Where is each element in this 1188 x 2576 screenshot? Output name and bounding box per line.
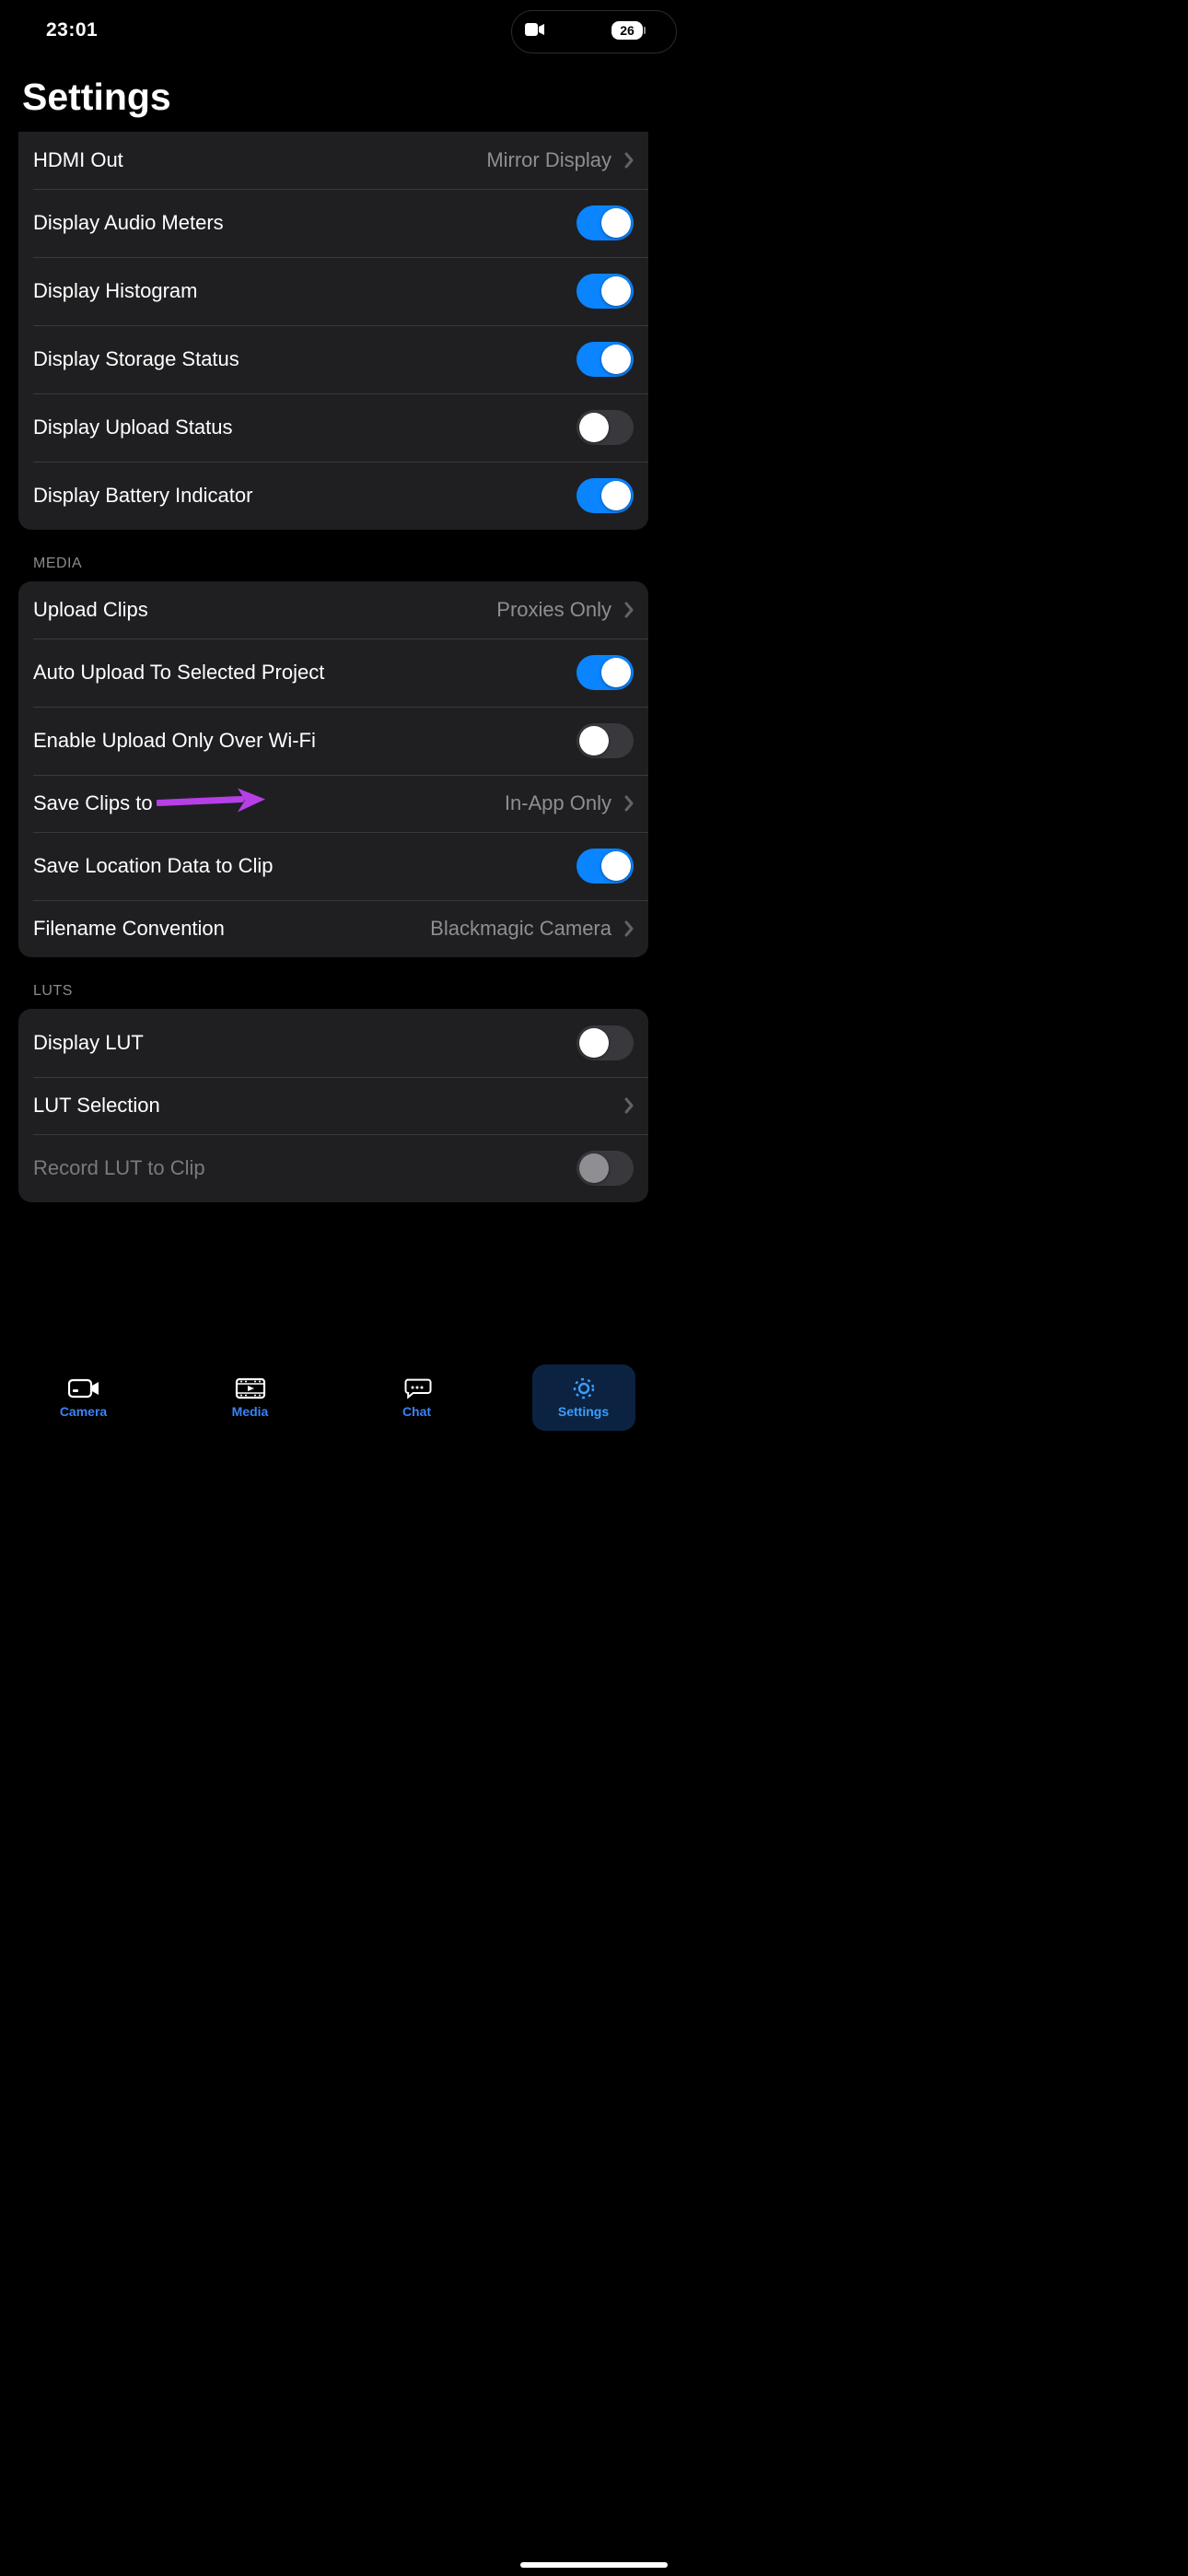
row-label: Filename Convention xyxy=(33,917,225,941)
row-wifi-only-upload: Enable Upload Only Over Wi-Fi xyxy=(18,707,648,775)
chevron-right-icon xyxy=(624,1097,634,1114)
toggle-display-storage-status[interactable] xyxy=(577,342,634,377)
row-label: Auto Upload To Selected Project xyxy=(33,661,324,685)
toggle-record-lut-to-clip xyxy=(577,1151,634,1186)
row-label: Save Location Data to Clip xyxy=(33,854,274,878)
battery-indicator: 26 xyxy=(611,21,643,40)
row-label: Display Audio Meters xyxy=(33,211,224,235)
row-label: Display Histogram xyxy=(33,279,198,303)
row-hdmi-out[interactable]: HDMI Out Mirror Display xyxy=(18,132,648,189)
chevron-right-icon xyxy=(624,152,634,169)
gear-icon xyxy=(568,1376,600,1400)
chevron-right-icon xyxy=(624,795,634,812)
row-upload-clips[interactable]: Upload Clips Proxies Only xyxy=(18,581,648,638)
row-filename-convention[interactable]: Filename Convention Blackmagic Camera xyxy=(18,900,648,957)
tab-media[interactable]: Media xyxy=(199,1364,302,1431)
row-display-lut: Display LUT xyxy=(18,1009,648,1077)
status-bar: 23:01 26 xyxy=(0,6,667,55)
toggle-wifi-only-upload[interactable] xyxy=(577,723,634,758)
tab-settings[interactable]: Settings xyxy=(532,1364,635,1431)
row-value: Mirror Display xyxy=(486,148,611,172)
row-label: Display Storage Status xyxy=(33,347,239,371)
home-indicator[interactable] xyxy=(520,2562,668,2568)
row-record-lut-to-clip: Record LUT to Clip xyxy=(18,1134,648,1202)
row-display-audio-meters: Display Audio Meters xyxy=(18,189,648,257)
row-display-histogram: Display Histogram xyxy=(18,257,648,325)
tab-bar: Camera Media Chat Settings xyxy=(0,1357,667,1445)
tab-label: Media xyxy=(232,1404,269,1419)
row-label: LUT Selection xyxy=(33,1094,160,1118)
row-value: In-App Only xyxy=(505,791,611,815)
row-save-location-data: Save Location Data to Clip xyxy=(18,832,648,900)
row-auto-upload: Auto Upload To Selected Project xyxy=(18,638,648,707)
toggle-display-upload-status[interactable] xyxy=(577,410,634,445)
dynamic-island xyxy=(511,10,677,53)
tab-camera[interactable]: Camera xyxy=(32,1364,135,1431)
media-settings-group: Upload Clips Proxies Only Auto Upload To… xyxy=(18,581,648,957)
toggle-display-audio-meters[interactable] xyxy=(577,205,634,240)
tab-chat[interactable]: Chat xyxy=(366,1364,469,1431)
row-label: Save Clips to xyxy=(33,791,153,815)
row-value: Proxies Only xyxy=(496,598,611,622)
page-title: Settings xyxy=(0,55,667,132)
row-save-clips-to[interactable]: Save Clips to In-App Only xyxy=(18,775,648,832)
toggle-auto-upload[interactable] xyxy=(577,655,634,690)
row-display-battery-indicator: Display Battery Indicator xyxy=(18,462,648,530)
tab-label: Chat xyxy=(402,1404,431,1419)
group-header-media: MEDIA xyxy=(0,530,667,581)
media-icon xyxy=(235,1376,266,1400)
row-label: Record LUT to Clip xyxy=(33,1156,205,1180)
toggle-display-histogram[interactable] xyxy=(577,274,634,309)
toggle-save-location-data[interactable] xyxy=(577,849,634,884)
row-display-storage-status: Display Storage Status xyxy=(18,325,648,393)
tab-label: Camera xyxy=(60,1404,107,1419)
row-label: Display Upload Status xyxy=(33,416,232,439)
camera-icon xyxy=(68,1376,99,1400)
toggle-display-battery-indicator[interactable] xyxy=(577,478,634,513)
row-lut-selection[interactable]: LUT Selection xyxy=(18,1077,648,1134)
row-label: Enable Upload Only Over Wi-Fi xyxy=(33,729,316,753)
group-header-luts: LUTS xyxy=(0,957,667,1009)
settings-scroll-area[interactable]: HDMI Out Mirror Display Display Audio Me… xyxy=(0,132,667,1357)
row-label: Display Battery Indicator xyxy=(33,484,252,508)
row-display-upload-status: Display Upload Status xyxy=(18,393,648,462)
chevron-right-icon xyxy=(624,920,634,937)
display-settings-group: HDMI Out Mirror Display Display Audio Me… xyxy=(18,132,648,530)
battery-level-label: 26 xyxy=(620,23,635,38)
row-value: Blackmagic Camera xyxy=(430,917,611,941)
luts-settings-group: Display LUT LUT Selection Record LUT to … xyxy=(18,1009,648,1202)
toggle-display-lut[interactable] xyxy=(577,1025,634,1060)
tab-label: Settings xyxy=(558,1404,609,1419)
video-recording-icon xyxy=(525,22,545,41)
row-label: Upload Clips xyxy=(33,598,148,622)
status-time: 23:01 xyxy=(46,19,98,41)
row-label: HDMI Out xyxy=(33,148,123,172)
row-label: Display LUT xyxy=(33,1031,144,1055)
annotation-arrow xyxy=(157,783,267,825)
chat-icon xyxy=(402,1376,433,1400)
chevron-right-icon xyxy=(624,602,634,618)
